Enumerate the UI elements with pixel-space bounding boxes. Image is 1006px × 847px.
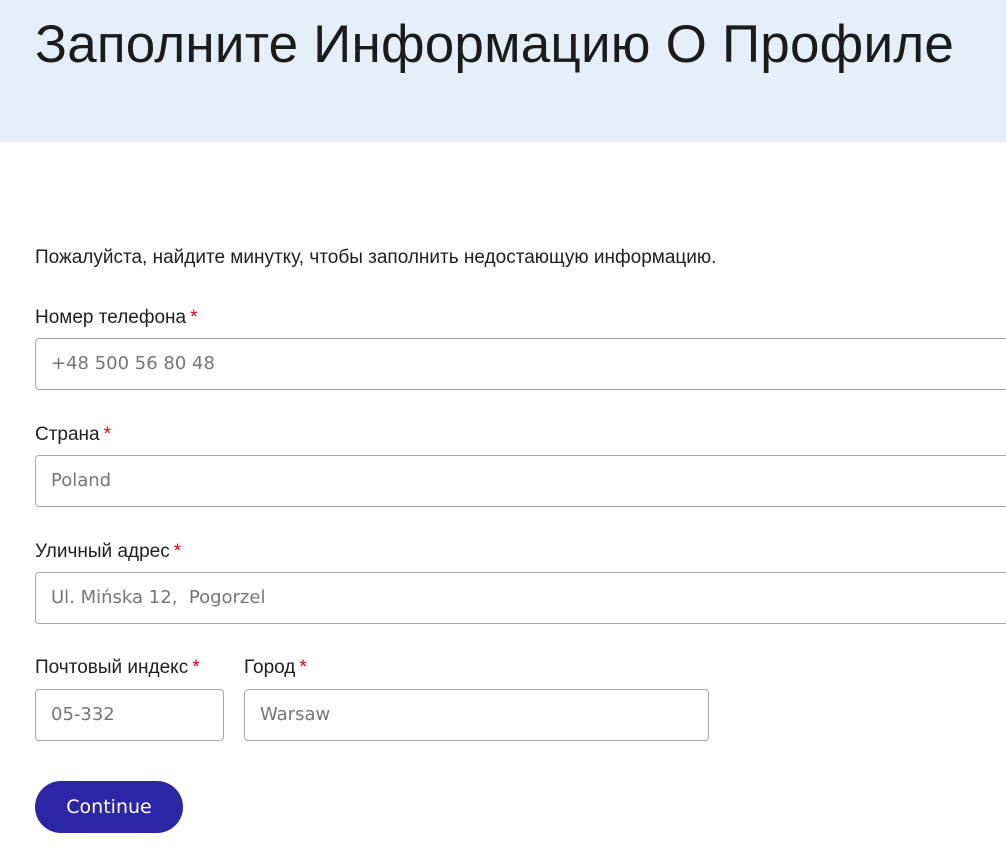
country-label-text: Страна: [35, 424, 100, 445]
postal-code-label-text: Почтовый индекс: [35, 657, 189, 678]
country-label: Страна *: [35, 424, 111, 446]
country-input[interactable]: Poland: [35, 455, 1006, 507]
page-header: Заполните Информацию О Профиле: [0, 0, 1006, 142]
required-marker: *: [192, 657, 200, 678]
required-marker: *: [103, 424, 112, 445]
country-input-value: Poland: [51, 470, 112, 491]
required-marker: *: [173, 541, 182, 562]
city-input[interactable]: Warsaw: [244, 689, 709, 741]
postal-code-label: Почтовый индекс *: [35, 657, 200, 679]
city-label-text: Город: [244, 657, 296, 678]
street-address-input-value: Ul. Mińska 12, Pogorzel: [51, 587, 266, 608]
city-input-value: Warsaw: [260, 704, 331, 725]
page-title: Заполните Информацию О Профиле: [35, 15, 955, 74]
street-address-input[interactable]: Ul. Mińska 12, Pogorzel: [35, 572, 1006, 624]
phone-label-text: Номер телефона: [35, 307, 187, 328]
postal-code-input[interactable]: 05-332: [35, 689, 224, 741]
required-marker: *: [190, 307, 198, 328]
street-address-label: Уличный адрес *: [35, 541, 181, 563]
street-address-label-text: Уличный адрес: [35, 541, 170, 562]
form-intro-text: Пожалуйста, найдите минутку, чтобы запол…: [35, 247, 717, 268]
postal-code-input-value: 05-332: [51, 704, 115, 725]
continue-button[interactable]: Continue: [35, 781, 183, 833]
phone-label: Номер телефона *: [35, 307, 198, 329]
phone-input-value: +48 500 56 80 48: [51, 353, 215, 374]
required-marker: *: [299, 657, 307, 678]
city-label: Город *: [244, 657, 307, 679]
phone-input[interactable]: +48 500 56 80 48: [35, 338, 1006, 390]
